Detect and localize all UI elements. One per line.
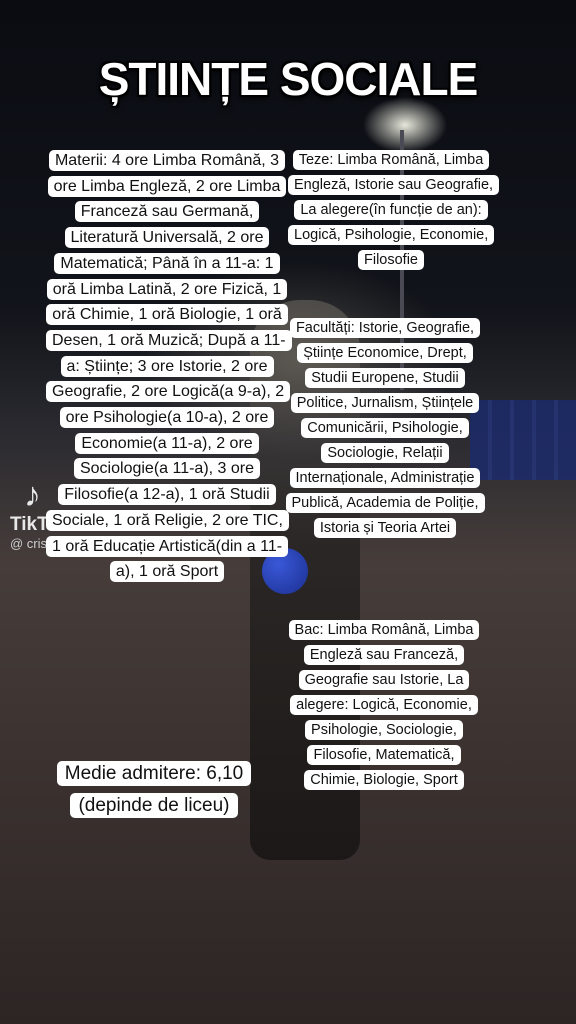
- facultati-caption: Facultăți: Istorie, Geografie, Științe E…: [282, 316, 488, 541]
- medie-text: Medie admitere: 6,10 (depinde de liceu): [56, 761, 252, 818]
- teze-caption: Teze: Limba Română, Limba Engleză, Istor…: [288, 148, 500, 273]
- teze-text: Teze: Limba Română, Limba Engleză, Istor…: [288, 150, 500, 270]
- facultati-text: Facultăți: Istorie, Geografie, Științe E…: [285, 318, 485, 538]
- materii-text: Materii: 4 ore Limba Română, 3 ore Limba…: [46, 150, 292, 583]
- materii-caption: Materii: 4 ore Limba Română, 3 ore Limba…: [46, 148, 292, 585]
- bac-caption: Bac: Limba Română, Limba Engleză sau Fra…: [284, 618, 484, 793]
- medie-caption: Medie admitere: 6,10 (depinde de liceu): [38, 758, 270, 822]
- bac-text: Bac: Limba Română, Limba Engleză sau Fra…: [288, 620, 480, 790]
- page-title: ȘTIINȚE SOCIALE: [98, 53, 479, 105]
